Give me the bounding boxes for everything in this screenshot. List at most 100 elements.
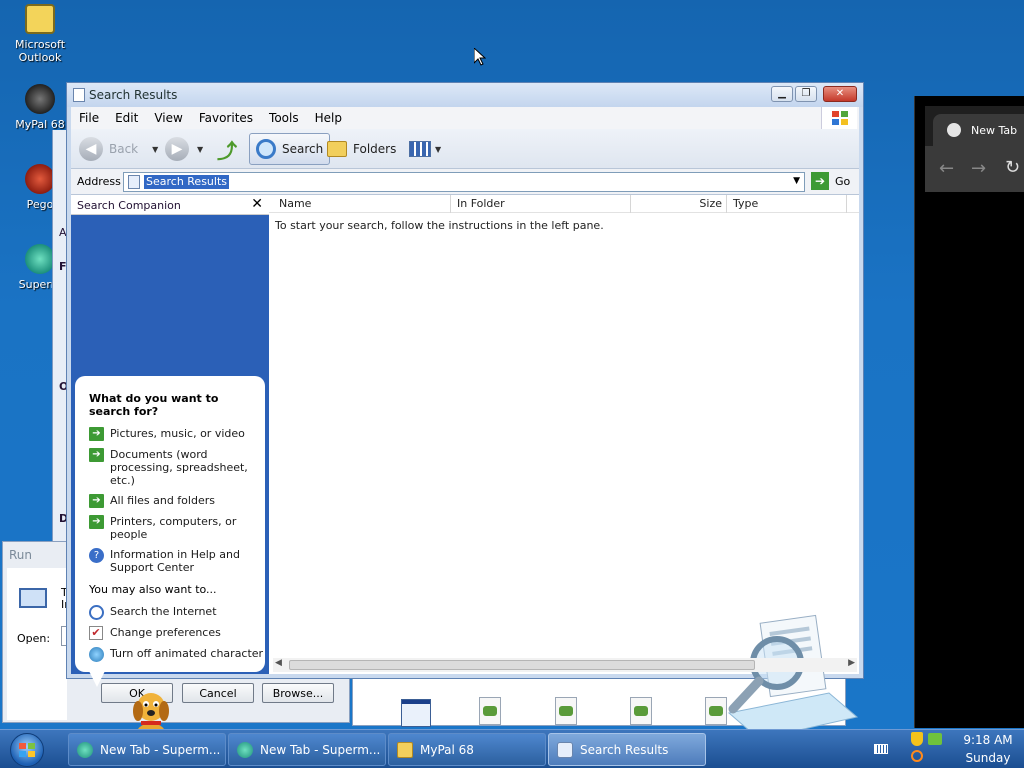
folders-label: Folders [353, 142, 397, 156]
search-button[interactable]: Search [249, 133, 331, 165]
folder-icon [397, 741, 413, 758]
folders-button[interactable]: Folders [327, 133, 396, 165]
desktop-icon-label: Microsoft Outlook [14, 38, 66, 64]
green-arrow-icon: ➔ [89, 515, 104, 529]
views-grid-icon [409, 141, 431, 157]
checkmark-icon: ✔ [89, 626, 103, 640]
option-search-internet[interactable]: Search the Internet [89, 605, 217, 620]
clock-day[interactable]: Sunday [958, 751, 1018, 765]
up-folder-button[interactable]: ⤴ [217, 133, 237, 165]
clock-time[interactable]: 9:18 AM [958, 733, 1018, 747]
window-titlebar[interactable]: Search Results ▁ ❐ ✕ [67, 83, 863, 107]
mypal-icon [25, 84, 55, 114]
go-button[interactable]: ➔ Go [811, 172, 850, 190]
window-title: Search Results [89, 88, 178, 102]
outlook-icon [25, 4, 55, 34]
menu-bar: File Edit View Favorites Tools Help [71, 107, 859, 129]
menu-favorites[interactable]: Favorites [191, 111, 261, 125]
search-tray-icon[interactable] [911, 750, 923, 762]
column-header-type[interactable]: Type [727, 195, 847, 213]
browser-tab[interactable]: New Tab [933, 114, 1024, 146]
column-header-size[interactable]: Size [631, 195, 727, 213]
desktop-icon-outlook[interactable]: Microsoft Outlook [5, 4, 75, 64]
back-button[interactable]: ◀ Back ▼ [79, 133, 158, 165]
task-new-tab-2[interactable]: New Tab - Superm... [228, 733, 386, 766]
mouse-cursor-icon [473, 46, 487, 69]
search-companion-header: Search Companion ✕ [71, 195, 269, 215]
internet-search-icon [89, 605, 104, 620]
option-turn-off-character[interactable]: Turn off animated character [89, 647, 263, 662]
option-all-files[interactable]: ➔ All files and folders [89, 494, 260, 508]
green-arrow-icon: ➔ [89, 427, 104, 441]
menu-edit[interactable]: Edit [107, 111, 146, 125]
search-magnifier-graphic-icon [719, 613, 859, 741]
browse-button[interactable]: Browse... [262, 683, 334, 703]
windows-logo-icon [821, 107, 857, 129]
address-input[interactable]: Search Results ▼ [123, 172, 805, 192]
taskbar: New Tab - Superm... New Tab - Superm... … [0, 729, 1024, 768]
option-help-center[interactable]: ? Information in Help and Support Center [89, 548, 240, 574]
forward-button[interactable]: ▶ ▼ [165, 133, 203, 165]
option-documents[interactable]: ➔ Documents (word processing, spreadshee… [89, 448, 250, 487]
search-label: Search [282, 142, 324, 156]
column-header-name[interactable]: Name [273, 195, 451, 213]
browser-tab-label: New Tab [971, 123, 1018, 137]
option-label: Printers, computers, or people [110, 515, 237, 541]
scroll-right-icon[interactable]: ▶ [848, 658, 855, 668]
task-mypal[interactable]: MyPal 68 [388, 733, 546, 766]
option-printers[interactable]: ➔ Printers, computers, or people [89, 515, 240, 541]
minimize-button[interactable]: ▁ [771, 86, 793, 102]
chevron-down-icon[interactable]: ▼ [152, 145, 158, 154]
horizontal-scrollbar[interactable]: ◀ ▶ [273, 658, 857, 672]
menu-view[interactable]: View [146, 111, 190, 125]
address-dropdown-icon[interactable]: ▼ [793, 176, 800, 186]
run-program-icon [19, 588, 47, 608]
setup-file-icon [555, 697, 577, 725]
up-arrow-icon: ⤴ [217, 138, 237, 163]
option-label: All files and folders [110, 494, 215, 507]
scrollbar-thumb[interactable] [289, 660, 755, 670]
windows-start-icon [19, 743, 35, 757]
address-value: Search Results [144, 175, 230, 189]
search-companion-pane: Search Companion ✕ What do you want to s… [71, 195, 269, 752]
menu-tools[interactable]: Tools [261, 111, 307, 125]
keyboard-icon[interactable] [874, 744, 888, 754]
column-header-in-folder[interactable]: In Folder [451, 195, 631, 213]
chevron-down-icon[interactable]: ▼ [197, 145, 203, 154]
search-window-icon [73, 88, 85, 102]
menu-file[interactable]: File [71, 111, 107, 125]
back-arrow-icon: ◀ [79, 137, 103, 161]
option-change-preferences[interactable]: ✔ Change preferences [89, 626, 221, 640]
option-label: Change preferences [110, 626, 221, 639]
forward-arrow-icon: ▶ [165, 137, 189, 161]
browser-back-icon[interactable]: ← [939, 158, 954, 179]
browser-tab-favicon-icon [947, 123, 961, 137]
globe-icon [89, 647, 104, 662]
task-new-tab-1[interactable]: New Tab - Superm... [68, 733, 226, 766]
network-icon[interactable] [928, 733, 942, 745]
option-pictures[interactable]: ➔ Pictures, music, or video [89, 427, 260, 441]
maximize-button[interactable]: ❐ [795, 86, 817, 102]
go-arrow-icon: ➔ [811, 172, 829, 190]
search-results-icon [557, 741, 573, 758]
views-button[interactable]: ▼ [409, 133, 441, 165]
close-icon[interactable]: ✕ [251, 196, 263, 212]
security-shield-icon[interactable] [911, 732, 923, 746]
cancel-button[interactable]: Cancel [182, 683, 254, 703]
search-results-icon [128, 175, 140, 189]
chevron-down-icon[interactable]: ▼ [435, 145, 441, 154]
close-button[interactable]: ✕ [823, 86, 857, 102]
task-search-results[interactable]: Search Results [548, 733, 706, 766]
start-button[interactable] [10, 733, 44, 767]
back-label: Back [109, 142, 139, 156]
option-label: Information in Help and Support Center [110, 548, 240, 574]
desktop-icon-mypal[interactable]: MyPal 68 [5, 84, 75, 131]
browser-forward-icon[interactable]: → [971, 158, 986, 179]
toolbar: ◀ Back ▼ ▶ ▼ ⤴ Search Folders ▼ [71, 129, 859, 169]
scroll-left-icon[interactable]: ◀ [275, 658, 282, 668]
browser-reload-icon[interactable]: ↻ [1005, 157, 1020, 178]
run-dialog-body: T In Open: [7, 568, 71, 720]
task-label: Search Results [580, 742, 669, 757]
menu-help[interactable]: Help [307, 111, 350, 125]
task-label: MyPal 68 [420, 742, 474, 757]
